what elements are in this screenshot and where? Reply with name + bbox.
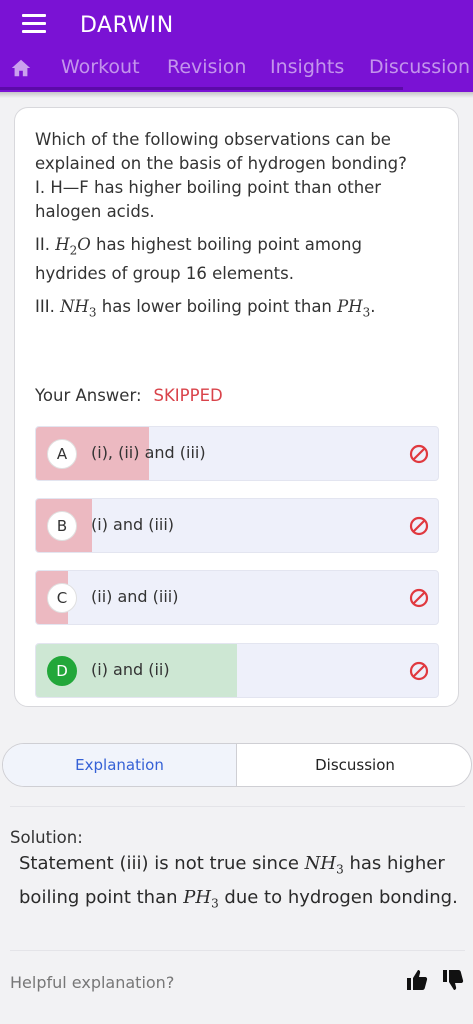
statement-1: I. H—F has higher boiling point than oth… xyxy=(35,178,382,221)
menu-icon[interactable] xyxy=(22,14,46,36)
solution-label: Solution: xyxy=(10,828,83,847)
tab-discussion-bottom[interactable]: Discussion xyxy=(237,744,471,786)
app-header: DARWIN Workout Revision Insights Discuss… xyxy=(0,0,473,92)
tab-explanation[interactable]: Explanation xyxy=(3,744,237,786)
divider xyxy=(10,806,465,807)
explanation-area: Explanation Discussion Solution: Stateme… xyxy=(0,722,473,1024)
statement-3: III. NH3 has lower boiling point than PH… xyxy=(35,297,376,320)
ban-icon xyxy=(409,516,429,536)
thumbs-up-icon[interactable] xyxy=(405,968,429,992)
ban-icon xyxy=(409,661,429,681)
tab-workout[interactable]: Workout xyxy=(61,56,140,78)
option-a-text: (i), (ii) and (iii) xyxy=(91,443,206,462)
tab-insights[interactable]: Insights xyxy=(270,56,344,78)
option-b-text: (i) and (iii) xyxy=(91,515,175,534)
option-c[interactable]: C (ii) and (iii) xyxy=(35,570,439,625)
divider xyxy=(10,950,465,951)
app-title: DARWIN xyxy=(80,13,174,38)
thumbs-down-icon[interactable] xyxy=(441,968,465,992)
option-b-letter: B xyxy=(47,511,77,541)
option-a[interactable]: A (i), (ii) and (iii) xyxy=(35,426,439,481)
statement-2: II. H2O has highest boiling point among … xyxy=(35,235,362,284)
ban-icon xyxy=(409,588,429,608)
top-tabs: Workout Revision Insights Discussion xyxy=(0,52,473,88)
option-c-text: (ii) and (iii) xyxy=(91,587,179,606)
ban-icon xyxy=(409,444,429,464)
header-shadow xyxy=(0,92,473,98)
question-body: Which of the following observations can … xyxy=(35,128,435,334)
tab-indicator xyxy=(0,87,403,90)
option-a-letter: A xyxy=(47,439,77,469)
tab-revision[interactable]: Revision xyxy=(167,56,246,78)
question-card: Which of the following observations can … xyxy=(14,107,459,707)
tab-discussion[interactable]: Discussion xyxy=(369,56,470,78)
option-d-text: (i) and (ii) xyxy=(91,660,170,679)
option-d-letter: D xyxy=(47,656,77,686)
your-answer-label: Your Answer: xyxy=(35,386,142,405)
option-d[interactable]: D (i) and (ii) xyxy=(35,643,439,698)
question-text: Which of the following observations can … xyxy=(35,130,407,221)
option-b[interactable]: B (i) and (iii) xyxy=(35,498,439,553)
explanation-tabs: Explanation Discussion xyxy=(2,743,472,787)
solution-text: Statement (iii) is not true since NH3 ha… xyxy=(19,853,458,911)
your-answer: Your Answer: SKIPPED xyxy=(35,386,223,405)
home-icon[interactable] xyxy=(10,57,32,79)
option-c-letter: C xyxy=(47,583,77,613)
answer-status: SKIPPED xyxy=(153,386,223,405)
helpful-label: Helpful explanation? xyxy=(10,973,175,992)
